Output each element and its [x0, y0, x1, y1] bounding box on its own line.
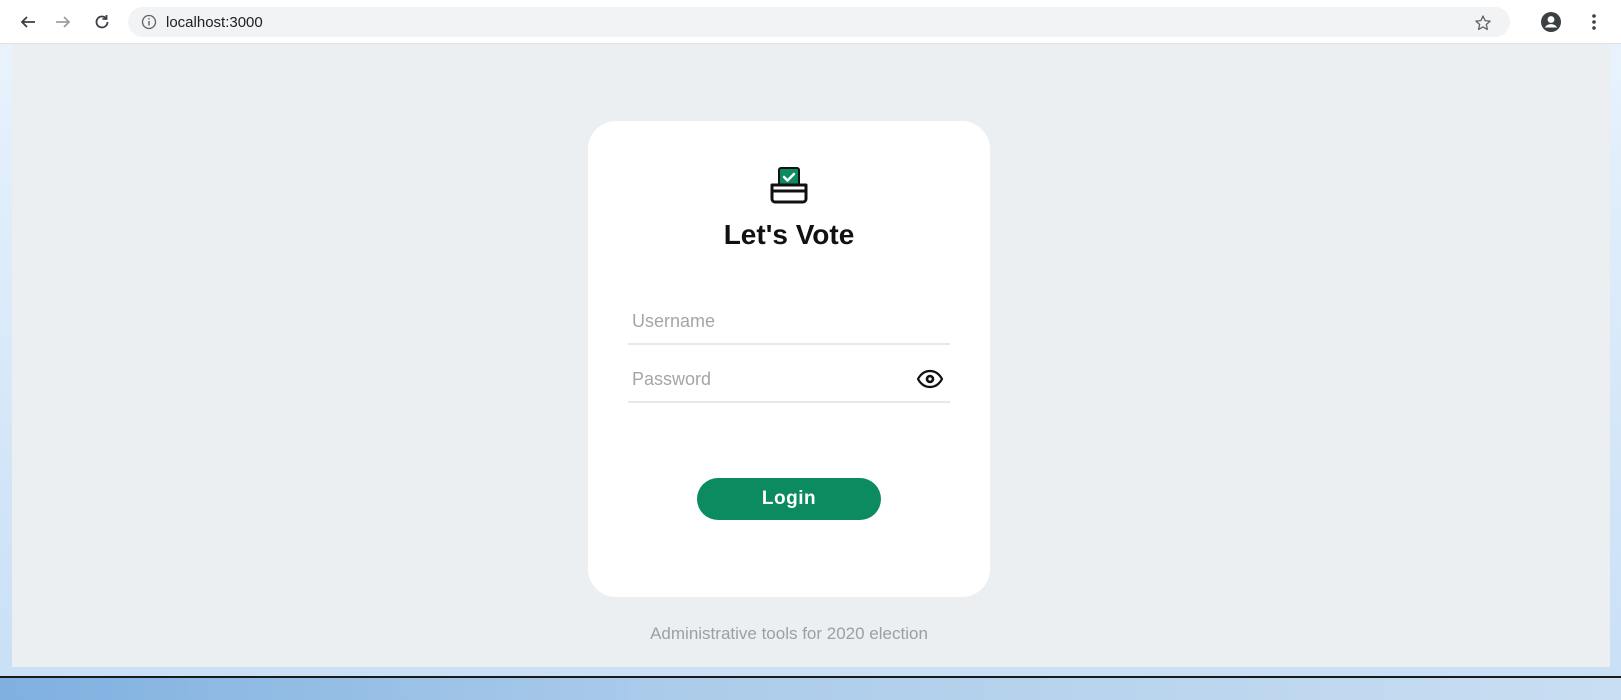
login-card: Let's Vote Login	[588, 121, 990, 597]
bottom-divider	[0, 676, 1621, 678]
app-title: Let's Vote	[723, 219, 855, 250]
browser-toolbar: localhost:3000	[0, 0, 1621, 44]
address-bar[interactable]: localhost:3000	[128, 7, 1510, 37]
eye-icon[interactable]	[916, 367, 944, 391]
password-input[interactable]	[628, 357, 950, 401]
arrow-right-icon	[54, 13, 72, 31]
back-button[interactable]	[14, 8, 42, 36]
page-viewport: Let's Vote Login Administrative tools fo…	[12, 44, 1610, 667]
profile-button[interactable]	[1537, 8, 1565, 36]
browser-menu-button[interactable]	[1580, 8, 1608, 36]
more-vert-icon	[1591, 13, 1597, 31]
arrow-left-icon	[19, 13, 37, 31]
login-button[interactable]: Login	[697, 478, 881, 520]
forward-button[interactable]	[49, 8, 77, 36]
info-icon[interactable]	[140, 13, 158, 31]
username-input[interactable]	[628, 299, 950, 343]
account-circle-icon	[1540, 11, 1562, 33]
ballot-box-icon	[766, 165, 812, 205]
footer-text: Administrative tools for 2020 election	[650, 624, 928, 643]
reload-button[interactable]	[88, 8, 116, 36]
url-text: localhost:3000	[166, 13, 263, 31]
reload-icon	[93, 13, 111, 31]
star-icon[interactable]	[1472, 12, 1494, 34]
username-field-container	[628, 299, 950, 345]
password-field-container	[628, 357, 950, 403]
bottom-strip	[0, 676, 1621, 700]
